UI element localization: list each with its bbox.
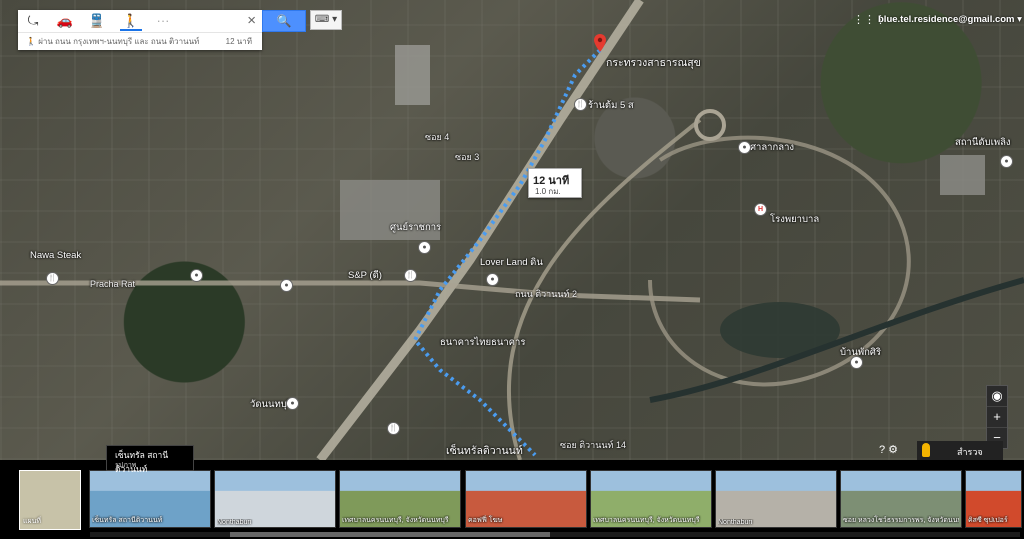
scrollbar-thumb[interactable]: [230, 532, 550, 537]
restaurant-icon[interactable]: 🍴: [387, 422, 400, 435]
map-label: ซอย ติวานนท์ 14: [560, 440, 626, 450]
map-thumbnail[interactable]: แผนที่: [19, 470, 81, 530]
photo-thumbnail[interactable]: คอฟฟี่ โฆษ: [465, 470, 587, 528]
route-time-text: 12 นาที: [225, 37, 252, 46]
directions-icon[interactable]: ⤿: [22, 13, 44, 29]
place-marker-icon[interactable]: ●: [486, 273, 499, 286]
search-button[interactable]: 🔍: [262, 10, 306, 32]
walk-distance: 1.0 กม.: [535, 187, 561, 196]
map-label: ถนน ติวานนท์ 2: [515, 289, 577, 299]
photo-thumbnail[interactable]: ซอย หลวงโชว์ธรรมการพร, จังหวัดนนทบุรี: [840, 470, 962, 528]
map-label: Pracha Rat: [90, 279, 136, 289]
photo-caption: คอฟฟี่ โฆษ: [468, 517, 503, 524]
place-marker-icon[interactable]: ●: [1000, 155, 1013, 168]
destination-label: กระทรวงสาธารณสุข: [606, 57, 701, 69]
photo-caption: Nonthaburi: [718, 519, 753, 526]
close-icon[interactable]: ×: [247, 12, 256, 29]
start-location-label: เซ็นทรัลติวานนท์: [446, 445, 523, 457]
photo-caption: คิสซี ซุปเปอร์: [968, 517, 1008, 524]
restaurant-icon[interactable]: 🍴: [404, 269, 417, 282]
more-modes-icon[interactable]: ···: [152, 13, 174, 29]
photo-caption: Nonthaburi: [217, 519, 252, 526]
place-marker-icon[interactable]: ●: [738, 141, 751, 154]
map-thumbnail-caption: แผนที่: [23, 518, 42, 525]
map-label: Lover Land ดิน: [480, 257, 543, 268]
strip-scrollbar[interactable]: [90, 532, 1020, 537]
travel-mode-bar: ⤿ 🚗 🚆 🚶 ··· ×: [18, 10, 262, 33]
map-label: ศาลากลาง: [750, 142, 795, 153]
place-marker-icon[interactable]: ●: [418, 241, 431, 254]
photo-thumbnail[interactable]: Nonthaburi: [214, 470, 336, 528]
explore-label: สำรวจ: [957, 447, 983, 457]
restaurant-icon[interactable]: 🍴: [574, 98, 587, 111]
car-icon[interactable]: 🚗: [54, 13, 76, 29]
map-label: ร้านต้ม 5 ส: [588, 100, 634, 111]
directions-panel: ⤿ 🚗 🚆 🚶 ··· × 🚶 ผ่าน ถนน กรุงเทพฯ-นนทบุร…: [18, 10, 262, 50]
photo-tooltip: เซ็นทรัล สถานีติวานนท์ รูปภาพ: [106, 445, 194, 474]
transit-icon[interactable]: 🚆: [86, 13, 108, 29]
route-summary[interactable]: 🚶 ผ่าน ถนน กรุงเทพฯ-นนทบุรี และ ถนน ติวา…: [26, 35, 256, 48]
restaurant-icon[interactable]: 🍴: [46, 272, 59, 285]
zoom-in-button[interactable]: +: [987, 407, 1007, 428]
photo-thumbnail[interactable]: เทศบาลนครนนทบุรี, จังหวัดนนทบุรี: [339, 470, 461, 528]
photo-caption: เทศบาลนครนนทบุรี, จังหวัดนนทบุรี: [342, 517, 449, 524]
help-settings-icons[interactable]: ? ⚙: [879, 443, 898, 456]
compass-icon[interactable]: ◉: [987, 386, 1007, 407]
walk-icon[interactable]: 🚶: [120, 13, 142, 31]
map-label: สถานีดับเพลิง: [955, 137, 1011, 148]
photo-thumbnail[interactable]: คิสซี ซุปเปอร์: [965, 470, 1022, 528]
keyboard-button[interactable]: ⌨ ▾: [310, 10, 342, 30]
tooltip-subtitle: รูปภาพ: [115, 462, 137, 469]
account-email[interactable]: blue.tel.residence@gmail.com ▾: [878, 14, 1022, 25]
map-label: S&P (ดี): [348, 270, 382, 281]
place-marker-icon[interactable]: ●: [190, 269, 203, 282]
photo-thumbnail[interactable]: Nonthaburi: [715, 470, 837, 528]
map-label: ซอย 3: [455, 152, 480, 162]
place-marker-icon[interactable]: ●: [280, 279, 293, 292]
photo-thumbnail[interactable]: เทศบาลนครนนทบุรี, จังหวัดนนทบุรี: [590, 470, 712, 528]
map-label: ศูนย์ราชการ: [390, 222, 442, 233]
photo-caption: เทศบาลนครนนทบุรี, จังหวัดนนทบุรี: [593, 517, 700, 524]
route-time-callout[interactable]: 12 นาที 1.0 กม.: [528, 168, 582, 198]
hospital-icon[interactable]: H: [754, 203, 767, 216]
route-via-text: ผ่าน ถนน กรุงเทพฯ-นนทบุรี และ ถนน ติวานน…: [38, 37, 200, 46]
road-network: [0, 0, 1024, 460]
street-view-bar[interactable]: สำรวจ: [917, 441, 1003, 460]
walk-small-icon: 🚶: [26, 37, 39, 46]
satellite-map[interactable]: Nawa Steak Pracha Rat S&P (ดี) Lover Lan…: [0, 0, 1024, 460]
photo-thumbnail[interactable]: เซ็นทรัล สถานีติวานนท์: [89, 470, 211, 528]
map-label: ธนาคารไทยธนาคาร: [440, 337, 526, 348]
photo-caption: เซ็นทรัล สถานีติวานนท์: [92, 517, 163, 524]
map-label: ซอย 4: [425, 132, 450, 142]
photo-caption: ซอย หลวงโชว์ธรรมการพร, จังหวัดนนทบุรี: [843, 517, 959, 524]
destination-pin-icon[interactable]: [594, 34, 606, 52]
place-marker-icon[interactable]: ●: [286, 397, 299, 410]
zoom-controls: ◉ + −: [986, 385, 1008, 449]
place-marker-icon[interactable]: ●: [850, 356, 863, 369]
map-label: โรงพยาบาล: [770, 214, 820, 225]
pegman-icon[interactable]: [922, 443, 930, 457]
apps-grid-icon[interactable]: ⋮⋮⋮: [853, 14, 886, 26]
map-label: Nawa Steak: [30, 250, 82, 261]
